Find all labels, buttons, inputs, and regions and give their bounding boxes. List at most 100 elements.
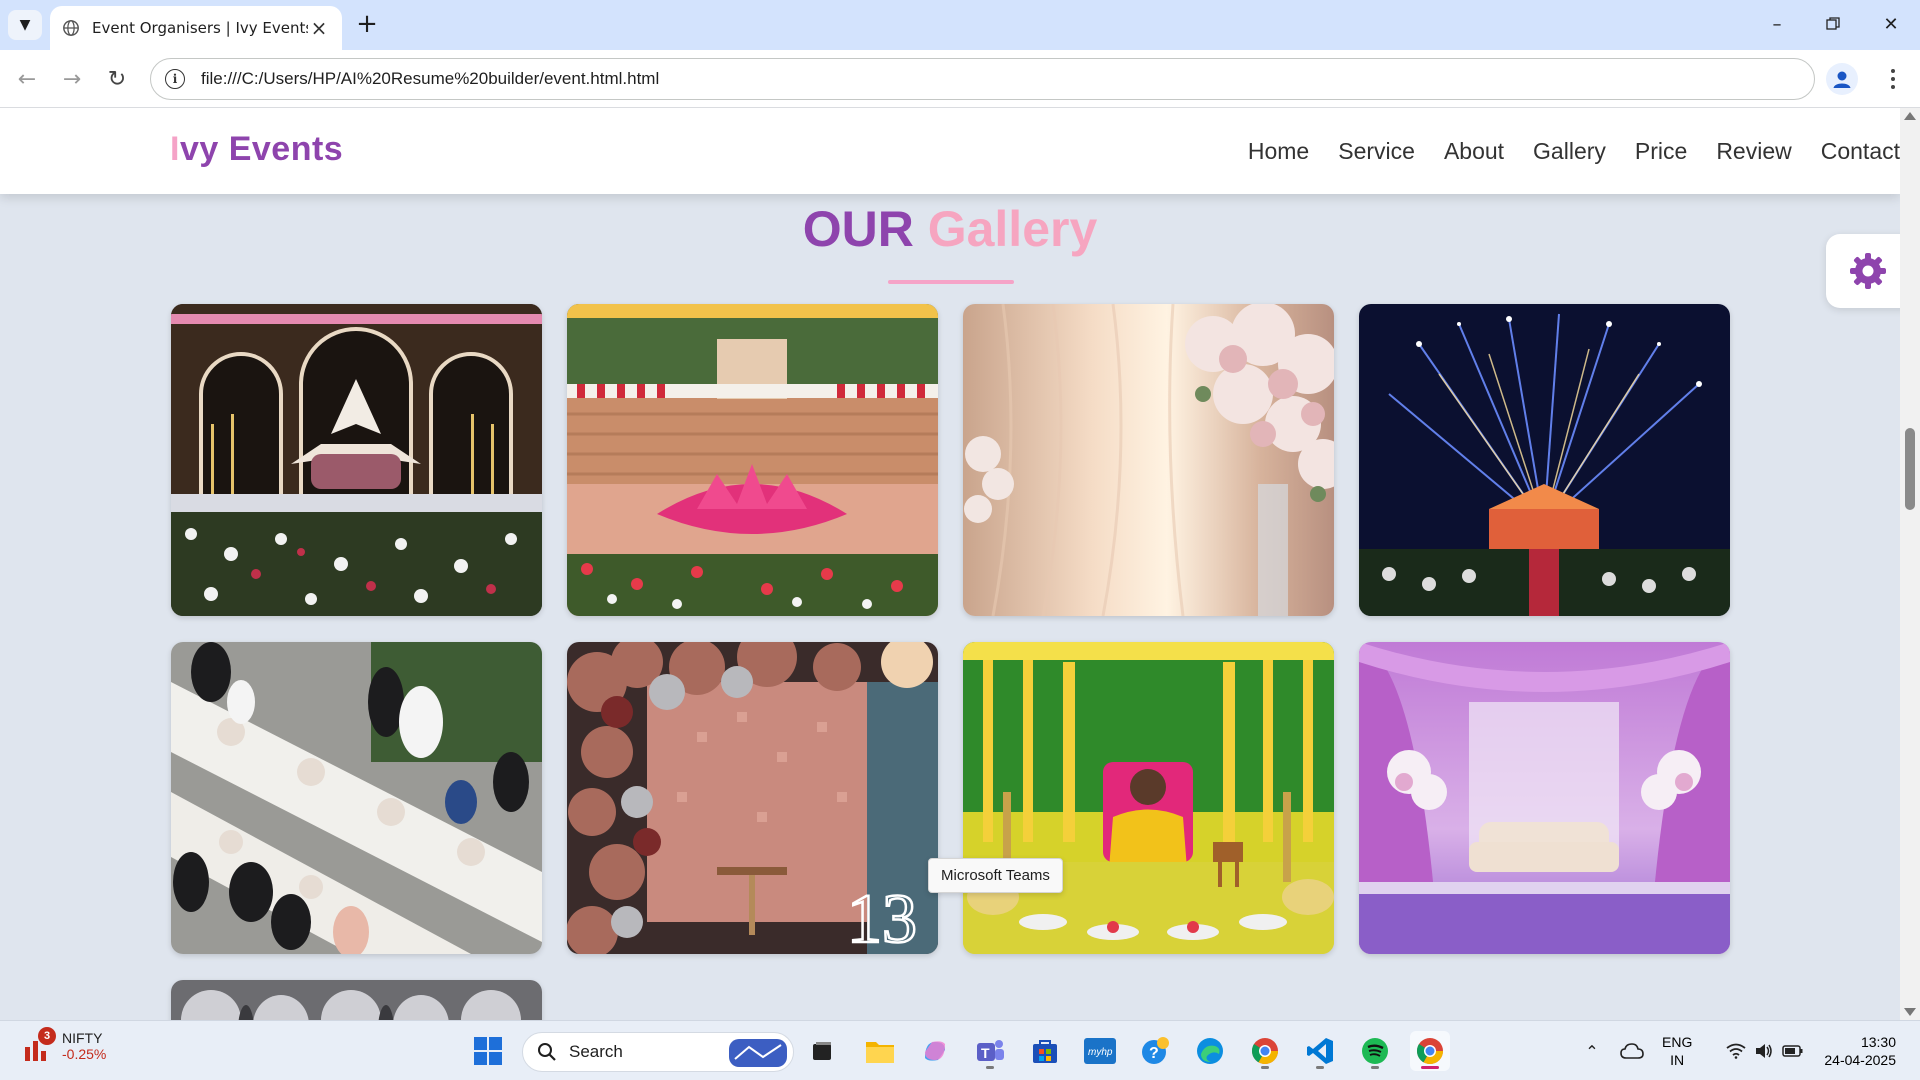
site-logo[interactable]: Ivy Events <box>170 130 343 169</box>
person-icon <box>1833 71 1851 88</box>
browser-menu-button[interactable] <box>1878 62 1908 96</box>
lotus-stage-image <box>567 304 938 616</box>
drape-flowers-image <box>963 304 1334 616</box>
info-icon[interactable]: i <box>165 69 185 89</box>
nav-service[interactable]: Service <box>1338 138 1415 165</box>
title-underline <box>888 280 1014 284</box>
start-button[interactable] <box>468 1031 508 1071</box>
nav-contact[interactable]: Contact <box>1821 138 1900 165</box>
page-scrollbar[interactable] <box>1900 108 1920 1020</box>
copilot-button[interactable] <box>915 1031 955 1071</box>
gear-icon <box>1850 253 1886 289</box>
windows-logo-icon <box>474 1037 502 1065</box>
restore-button[interactable] <box>1810 6 1856 42</box>
taskbar-search[interactable]: Search <box>522 1032 794 1072</box>
task-view-button[interactable] <box>802 1031 842 1071</box>
svg-text:myhp: myhp <box>1088 1047 1113 1058</box>
section-title-part1: OUR <box>802 201 914 257</box>
stage-floral-image <box>171 304 542 616</box>
back-button[interactable]: ← <box>9 62 45 96</box>
site-header: Ivy Events Home Service About Gallery Pr… <box>0 108 1900 194</box>
gallery-image-stage-floral[interactable] <box>171 304 542 616</box>
restore-icon <box>1826 17 1840 30</box>
browser-toolbar: ← → ↻ i file:///C:/Users/HP/AI%20Resume%… <box>0 50 1920 108</box>
birthday-balloons-image: 13 <box>567 642 938 954</box>
stock-chart-icon: 3 <box>24 1027 56 1063</box>
gallery-image-purple-stage[interactable] <box>1359 642 1730 954</box>
show-hidden-icons-button[interactable]: ⌃ <box>1572 1031 1612 1071</box>
wifi-icon <box>1726 1043 1746 1059</box>
tab-title: Event Organisers | Ivy Events <box>92 19 308 37</box>
gallery-image-drape-flowers[interactable] <box>963 304 1334 616</box>
dot-icon <box>1891 85 1895 89</box>
edge-button[interactable] <box>1190 1031 1230 1071</box>
vscode-icon <box>1307 1038 1333 1064</box>
store-icon <box>1033 1040 1057 1063</box>
gallery-image-fireworks[interactable] <box>1359 304 1730 616</box>
stock-widget[interactable]: 3 NIFTY -0.25% <box>24 1027 107 1063</box>
store-button[interactable] <box>1025 1031 1065 1071</box>
language-indicator[interactable]: ENG IN <box>1662 1033 1692 1069</box>
teams-button[interactable]: T <box>970 1031 1010 1071</box>
close-tab-icon[interactable]: × <box>308 16 330 40</box>
nav-home[interactable]: Home <box>1248 138 1309 165</box>
taskbar-tooltip: Microsoft Teams <box>928 858 1063 893</box>
vscode-button[interactable] <box>1300 1031 1340 1071</box>
scroll-up-arrow-icon[interactable] <box>1904 112 1916 120</box>
notification-badge: 3 <box>38 1027 56 1045</box>
address-bar[interactable]: i file:///C:/Users/HP/AI%20Resume%20buil… <box>150 58 1815 100</box>
svg-text:?: ? <box>1149 1045 1159 1062</box>
browser-tab-bar: ▼ Event Organisers | Ivy Events × + – ✕ <box>0 0 1920 50</box>
logo-text: vy Events <box>179 130 344 168</box>
file-explorer-button[interactable] <box>860 1031 900 1071</box>
volume-icon <box>1756 1044 1772 1058</box>
number-thirteen-decoration: 13 <box>847 881 917 954</box>
active-window-indicator <box>1421 1066 1439 1069</box>
section-title: OUR Gallery <box>0 200 1900 258</box>
gallery-image-lotus-stage[interactable] <box>567 304 938 616</box>
search-icon <box>538 1043 556 1061</box>
chrome-active-button[interactable] <box>1410 1031 1450 1071</box>
scroll-down-arrow-icon[interactable] <box>1904 1008 1916 1016</box>
spotify-icon <box>1362 1038 1388 1064</box>
chrome-profile-button[interactable] <box>1245 1031 1285 1071</box>
clock-time: 13:30 <box>1860 1034 1896 1050</box>
running-indicator <box>1316 1066 1324 1069</box>
gallery-image-haldi-ceremony[interactable] <box>963 642 1334 954</box>
onedrive-button[interactable] <box>1612 1031 1652 1071</box>
widget-change: -0.25% <box>62 1046 107 1062</box>
scroll-thumb[interactable] <box>1905 428 1915 510</box>
spotify-button[interactable] <box>1355 1031 1395 1071</box>
close-window-button[interactable]: ✕ <box>1868 6 1914 42</box>
new-tab-button[interactable]: + <box>352 10 382 40</box>
theme-settings-button[interactable] <box>1826 234 1900 308</box>
nav-gallery[interactable]: Gallery <box>1533 138 1606 165</box>
folder-icon <box>866 1042 894 1063</box>
gallery-image-birthday-balloons[interactable]: 13 <box>567 642 938 954</box>
system-clock[interactable]: 13:30 24-04-2025 <box>1816 1033 1896 1069</box>
reload-button[interactable]: ↻ <box>99 62 135 96</box>
search-highlight-icon <box>729 1039 787 1067</box>
chrome-icon <box>1251 1038 1279 1065</box>
minimize-button[interactable]: – <box>1754 6 1800 42</box>
help-icon: ? <box>1142 1037 1169 1064</box>
profile-button[interactable] <box>1826 63 1858 95</box>
running-indicator <box>986 1066 994 1069</box>
nav-about[interactable]: About <box>1444 138 1504 165</box>
arrow-left-icon: ← <box>17 66 37 92</box>
tab-search-button[interactable]: ▼ <box>8 10 42 40</box>
battery-icon <box>1782 1045 1803 1057</box>
gallery-image-kitchen[interactable] <box>171 980 542 1020</box>
gallery-image-wedding-dinner[interactable] <box>171 642 542 954</box>
forward-button[interactable]: → <box>54 62 90 96</box>
logo-initial: I <box>170 130 180 168</box>
browser-tab[interactable]: Event Organisers | Ivy Events × <box>50 6 342 50</box>
url-text: file:///C:/Users/HP/AI%20Resume%20builde… <box>201 69 660 88</box>
nav-price[interactable]: Price <box>1635 138 1687 165</box>
quick-settings-button[interactable] <box>1716 1031 1814 1071</box>
widget-title: NIFTY <box>62 1030 103 1046</box>
myhp-button[interactable]: myhp <box>1080 1031 1120 1071</box>
help-button[interactable]: ? <box>1135 1031 1175 1071</box>
nav-review[interactable]: Review <box>1716 138 1791 165</box>
svg-text:T: T <box>981 1045 990 1061</box>
